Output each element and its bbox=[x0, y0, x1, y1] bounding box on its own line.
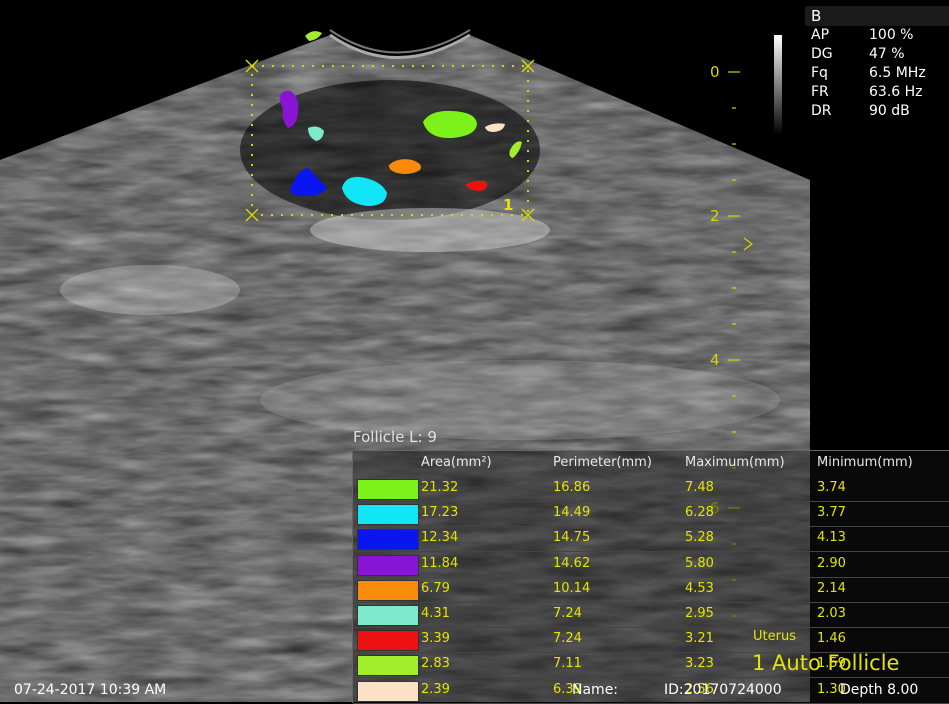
cell-perimeter: 14.75 bbox=[553, 530, 591, 546]
roi-marker-label: 1 bbox=[503, 196, 514, 214]
cell-area: 3.39 bbox=[421, 631, 450, 647]
depth-tick-0: 0 bbox=[710, 63, 720, 81]
follicle-count-title: Follicle L: 9 bbox=[353, 428, 437, 446]
column-header-maximum: Maximum(mm) bbox=[685, 455, 785, 470]
param-key: DG bbox=[811, 46, 833, 62]
cell-minimum: 4.13 bbox=[817, 530, 846, 546]
cell-area: 11.84 bbox=[421, 555, 459, 571]
follicle-color-swatch bbox=[357, 605, 419, 626]
cell-perimeter: 7.11 bbox=[553, 656, 582, 672]
param-key: DR bbox=[811, 103, 832, 119]
follicle-color-swatch bbox=[357, 655, 419, 677]
param-value: 100 % bbox=[869, 27, 914, 43]
column-header-perimeter: Perimeter(mm) bbox=[553, 455, 652, 470]
cell-minimum: 2.14 bbox=[817, 580, 846, 596]
cell-area: 17.23 bbox=[421, 505, 459, 521]
table-row: 6.79 10.14 4.53 2.14 bbox=[353, 577, 949, 603]
imaging-mode: B bbox=[805, 6, 949, 26]
cell-area: 2.39 bbox=[421, 681, 450, 697]
table-row: 17.23 14.49 6.28 3.77 bbox=[353, 501, 949, 528]
timestamp: 07-24-2017 10:39 AM bbox=[14, 682, 167, 698]
follicle-color-swatch bbox=[357, 579, 419, 601]
param-row: FR 63.6 Hz bbox=[805, 83, 949, 102]
param-key: AP bbox=[811, 27, 830, 43]
cell-maximum: 2.95 bbox=[685, 606, 714, 621]
follicle-color-swatch bbox=[357, 504, 419, 526]
table-row: 4.31 7.24 2.95 2.03 bbox=[353, 602, 949, 628]
table-row: 12.34 14.75 5.28 4.13 bbox=[353, 526, 949, 553]
cell-maximum: 4.53 bbox=[685, 580, 714, 596]
depth-readout: Depth 8.00 bbox=[840, 682, 919, 698]
follicle-color-swatch bbox=[357, 554, 419, 576]
cell-maximum: 6.28 bbox=[685, 505, 714, 521]
table-row: 3.39 7.24 3.21 1.46 bbox=[353, 627, 949, 654]
follicle-color-swatch bbox=[357, 680, 419, 702]
cell-maximum: 3.23 bbox=[685, 656, 714, 672]
cell-minimum: 3.77 bbox=[817, 505, 846, 521]
cell-maximum: 7.48 bbox=[685, 480, 714, 495]
column-header-minimum: Minimum(mm) bbox=[817, 455, 913, 470]
cell-perimeter: 10.14 bbox=[553, 580, 591, 596]
cell-maximum: 5.80 bbox=[685, 555, 714, 571]
cell-area: 21.32 bbox=[421, 480, 459, 495]
param-value: 63.6 Hz bbox=[869, 84, 923, 100]
param-row: DR 90 dB bbox=[805, 102, 949, 121]
param-value: 90 dB bbox=[869, 103, 910, 119]
cell-perimeter: 14.49 bbox=[553, 505, 591, 521]
grayscale-bar bbox=[774, 35, 782, 135]
follicle-color-swatch bbox=[357, 529, 419, 551]
cell-perimeter: 14.62 bbox=[553, 555, 591, 571]
cell-area: 2.83 bbox=[421, 656, 450, 672]
measurement-mode-label: 1 Auto Follicle bbox=[752, 651, 900, 675]
cell-maximum: 3.21 bbox=[685, 631, 714, 647]
cell-perimeter: 7.24 bbox=[553, 606, 582, 621]
cell-minimum: 2.03 bbox=[817, 606, 846, 621]
follicle-color-swatch bbox=[357, 630, 419, 652]
cell-minimum: 1.46 bbox=[817, 631, 846, 647]
cell-maximum: 5.28 bbox=[685, 530, 714, 546]
param-row: Fq 6.5 MHz bbox=[805, 64, 949, 83]
depth-tick-2: 2 bbox=[710, 207, 720, 225]
cell-area: 12.34 bbox=[421, 530, 459, 546]
patient-id: ID:20170724000 bbox=[664, 682, 782, 698]
table-row: 21.32 16.86 7.48 3.74 bbox=[353, 476, 949, 502]
follicle-color-swatch bbox=[357, 479, 419, 500]
param-row: DG 47 % bbox=[805, 45, 949, 64]
parameter-panel: B AP 100 % DG 47 % Fq 6.5 MHz FR 63.6 Hz DR 9… bbox=[805, 6, 949, 121]
param-row: AP 100 % bbox=[805, 26, 949, 45]
param-key: FR bbox=[811, 84, 829, 100]
patient-name-label: Name: bbox=[572, 682, 619, 698]
organ-label: Uterus bbox=[753, 629, 796, 644]
param-value: 6.5 MHz bbox=[869, 65, 926, 81]
cell-area: 4.31 bbox=[421, 606, 450, 621]
table-row: 11.84 14.62 5.80 2.90 bbox=[353, 552, 949, 578]
column-header-area: Area(mm²) bbox=[421, 455, 492, 470]
cell-area: 6.79 bbox=[421, 580, 450, 596]
cell-minimum: 2.90 bbox=[817, 555, 846, 571]
depth-tick-4: 4 bbox=[710, 351, 720, 369]
param-value: 47 % bbox=[869, 46, 905, 62]
cell-minimum: 3.74 bbox=[817, 480, 846, 495]
param-key: Fq bbox=[811, 65, 828, 81]
cell-perimeter: 16.86 bbox=[553, 480, 591, 495]
cell-perimeter: 7.24 bbox=[553, 631, 582, 647]
